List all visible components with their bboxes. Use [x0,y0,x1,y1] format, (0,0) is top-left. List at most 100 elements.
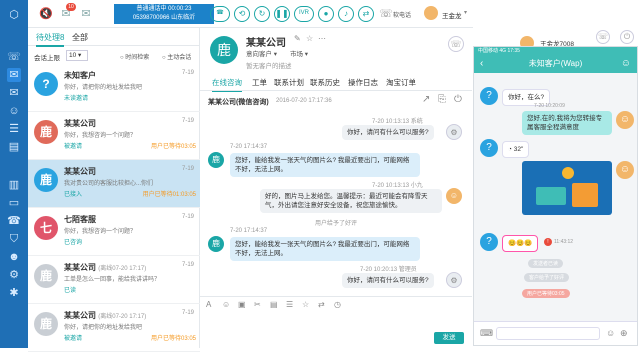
agent-avatar[interactable] [424,6,438,20]
conversation-message: 你好，请把你的地址发给我吧 [64,325,143,331]
emoji-icon[interactable]: ☺ [222,300,230,309]
conversation-time: 7-19 [181,118,194,124]
mute-button[interactable]: ♪ [338,6,354,22]
emoji-icon[interactable]: ☺ [606,328,615,338]
tab-taobao-orders[interactable]: 淘宝订单 [386,77,416,88]
chevron-down-icon[interactable]: ▾ [464,9,467,16]
customer-intent[interactable]: 意向客户 ▾ [246,48,277,58]
sort-active-button[interactable]: ○ 主动会话 [162,52,191,61]
image-icon[interactable]: ▣ [238,300,246,309]
logo-icon: ⬡ [9,9,19,21]
star-icon[interactable]: ☆ [306,34,313,43]
settings-icon[interactable]: ✱ [7,286,21,300]
pause-button[interactable]: ❚❚ [274,6,290,22]
person-icon[interactable]: ☻ [7,250,21,264]
agent-name[interactable]: 王金龙 [442,10,462,20]
call-customer-button[interactable]: ☏ [448,36,464,52]
quick-reply-icon[interactable]: ☰ [286,300,293,309]
voice-message[interactable]: ◔ 32" [502,141,530,158]
history-icon[interactable]: ◷ [334,300,341,309]
sort-time-button[interactable]: ○ 时间检索 [120,52,149,61]
failed-icon[interactable]: ! [544,238,552,246]
list-item[interactable]: 七 七陌客服 7-19 你好，我想咨询一个问题？ 已咨询 [28,208,200,256]
call-icon[interactable]: ☏ [596,30,610,44]
chart-icon[interactable]: ▥ [7,178,21,192]
send-button[interactable]: 发送 [434,332,464,344]
customer-message: 您好，能给我发一张天气的图片么? 我最近要出门，可能网络不好，无法上网。 [230,237,420,261]
session-limit-value: 10 [69,52,77,59]
message-input[interactable] [208,316,430,334]
list-item[interactable]: 鹿 某某公司 7-19 你好，我想咨询一个问题？ 被邀请 用户已等待03:05 [28,112,200,160]
transfer-button[interactable]: ↻ [254,6,270,22]
list-item[interactable]: 鹿 某某公司 (离线07-20 17:17) 7-19 工单是怎么一回事，能给我… [28,256,200,304]
softphone-icon[interactable]: ☏ [378,6,394,22]
gear-icon[interactable]: ⚙ [7,268,21,282]
badge-count: 10 [66,3,76,11]
customer-avatar: ? [480,233,498,251]
sort-active-label: 主动会话 [167,55,192,61]
document-icon[interactable]: ▭ [7,196,21,210]
avatar: 鹿 [34,312,58,336]
phone-icon[interactable]: ☏ [7,50,21,64]
add-icon[interactable]: ⊕ [620,328,628,339]
tab-ticket[interactable]: 工单 [252,77,267,88]
list-item[interactable]: 鹿 某某公司 (离线07-20 17:17) 7-19 你好，请把你的地址发给我… [28,304,200,352]
copy-icon[interactable]: ⎘ [438,94,446,105]
conversation-message: 你好，我想咨询一个问题？ [64,229,137,235]
list-icon[interactable]: ☰ [7,122,21,136]
phone-settings-icon[interactable]: ☎ [7,214,21,228]
share-icon[interactable]: ↗ [422,94,430,105]
user-icon[interactable]: ☺ [621,55,631,73]
list-item[interactable]: ? 未知客户 7-19 你好，请把你的地址发给我吧 未读邀请 [28,64,200,112]
book-icon[interactable]: ▤ [7,140,21,154]
customer-source[interactable]: 市场 ▾ [290,48,308,58]
record-button[interactable]: ● [318,6,334,22]
softphone-label[interactable]: 软电话 [393,10,411,19]
power-icon[interactable]: ⏻ [620,30,634,44]
status-pill: 发送者已读 [528,259,564,268]
power-icon[interactable]: ⏻ [454,94,462,105]
status-pill: 用户已等待03:05 [522,289,570,298]
mail-icon[interactable]: ✉ [7,86,21,100]
customer-description: 暂无客户的描述 [246,63,292,70]
hangup-button[interactable]: ☎ [210,6,230,22]
mobile-preview: 中国移动 4G 17:35 ‹ 未知客户(Wap) ☺ ? 你好，在么? 7-2… [473,46,638,346]
avatar: 鹿 [34,168,58,192]
back-icon[interactable]: ‹ [480,55,483,73]
customer-avatar: ? [480,87,498,105]
screenshot-icon[interactable]: ✂ [254,300,261,309]
tab-all[interactable]: 全部 [72,32,88,43]
edit-icon[interactable]: ✎ [294,34,301,43]
font-icon[interactable]: A [206,300,211,309]
tab-contact-history[interactable]: 联系历史 [310,77,340,88]
rating-notice: 用户给予了好评 [314,221,357,227]
video-off-icon[interactable]: ✉ [78,6,94,22]
phone-message-input[interactable] [496,327,600,340]
conversation-name-text: 某某公司 [64,311,96,320]
hold-button[interactable]: ⟲ [234,6,250,22]
shield-icon[interactable]: ⛉ [7,232,21,246]
user-icon[interactable]: ☺ [7,104,21,118]
transfer-icon[interactable]: ⇄ [318,300,325,309]
tab-operation-log[interactable]: 操作日志 [348,77,378,88]
message-meta: 7-20 10:13:13 小九 [372,183,423,189]
consult-button[interactable]: ⇄ [358,6,374,22]
mute-icon[interactable]: 🔇 [38,6,54,22]
ivr-button[interactable]: IVR [294,6,314,22]
phone-status-bar: 中国移动 4G 17:35 [474,47,637,55]
agent-message: 您好,在的,我将为您转接专属客服全程满意度 [522,111,612,135]
conversation-tag: 被邀请 [64,144,83,150]
more-icon[interactable]: ⋯ [318,34,326,43]
keyboard-icon[interactable]: ⌨ [480,328,493,339]
avatar: 七 [34,216,58,240]
conversation-wait: 用户已等待03:05 [150,144,196,150]
session-limit-select[interactable]: 10 ▾ [66,50,88,61]
list-item[interactable]: 鹿 某某公司 7-19 我对贵公司的客服比较担心...你们 已接入 用户已等待0… [28,160,200,208]
tab-contact-plan[interactable]: 联系计划 [274,77,304,88]
desk-shape [572,183,598,207]
chat-icon[interactable]: ✉ [7,68,21,82]
weather-image[interactable] [522,161,612,215]
attachment-icon[interactable]: ▤ [270,300,278,309]
tab-pending[interactable]: 待处理8 [36,32,65,47]
evaluate-icon[interactable]: ☆ [302,300,309,309]
